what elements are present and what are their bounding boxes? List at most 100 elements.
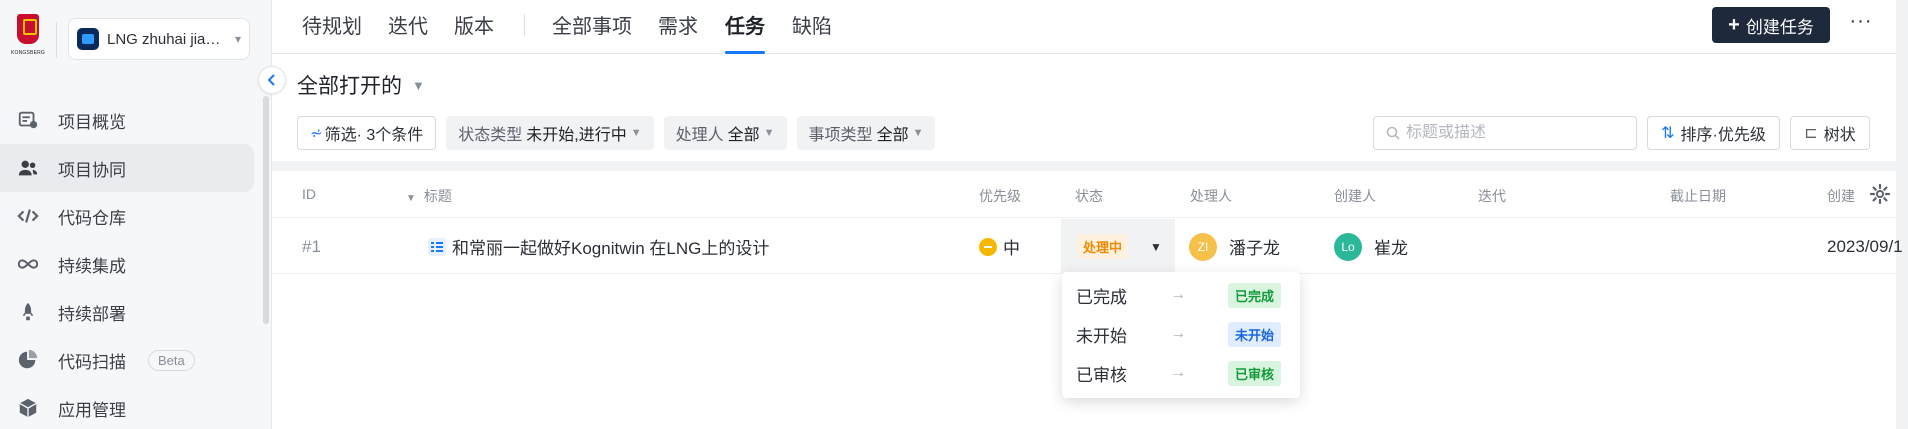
priority-cell[interactable]: 中: [979, 219, 1020, 274]
view-selector[interactable]: 全部打开的 ▼: [297, 70, 425, 100]
tab-iteration[interactable]: 迭代: [388, 10, 428, 54]
sidebar: KONGSBERG LNG zhuhai jiang... ▾ 项目概览 项目协…: [0, 0, 272, 429]
pie-chart-icon: [16, 348, 40, 372]
column-header-status[interactable]: 状态: [1075, 186, 1103, 206]
more-options-button[interactable]: ···: [1846, 8, 1876, 38]
tree-view-button[interactable]: ⊏ 树状: [1790, 116, 1870, 150]
search-input[interactable]: [1406, 124, 1606, 142]
filter-label: 筛选· 3个条件: [324, 127, 424, 144]
filter-chip-status-type[interactable]: 状态类型 未开始,进行中 ▼: [446, 116, 654, 150]
chip-key: 事项类型: [808, 127, 873, 144]
priority-label: 中: [1003, 239, 1020, 258]
chevron-down-icon: ▼: [406, 193, 416, 204]
plus-icon: +: [1728, 13, 1740, 36]
status-badge: 处理中: [1077, 234, 1129, 259]
task-title-cell[interactable]: 和常丽一起做好Kognitwin 在LNG上的设计: [428, 219, 769, 274]
task-id[interactable]: #1: [302, 219, 321, 274]
sort-icon: ⇅: [1661, 125, 1675, 142]
sidebar-item-label: 项目协同: [58, 160, 126, 180]
column-header-due-date[interactable]: 截止日期: [1670, 186, 1726, 206]
status-transition-menu: 已完成 → 已完成 未开始 → 未开始 已审核 → 已审核: [1062, 272, 1300, 398]
chevron-left-icon: [267, 74, 275, 86]
caret-down-icon: ▼: [412, 77, 425, 93]
menu-item-label: 已审核: [1076, 365, 1127, 385]
filter-button[interactable]: ⩫ 筛选· 3个条件: [297, 116, 437, 150]
sidebar-item-overview[interactable]: 项目概览: [0, 96, 254, 144]
arrow-right-icon: →: [1170, 364, 1186, 381]
chip-key: 状态类型: [458, 127, 523, 144]
sidebar-scrollbar[interactable]: [263, 96, 269, 324]
menu-item-not-started[interactable]: 未开始 → 未开始: [1062, 315, 1300, 353]
company-logo: KONGSBERG: [8, 14, 48, 62]
sidebar-item-code-repo[interactable]: 代码仓库: [0, 192, 254, 240]
status-cell[interactable]: 处理中 ▼: [1061, 219, 1175, 274]
beta-badge: Beta: [148, 349, 195, 371]
page-scrollbar[interactable]: [1896, 0, 1908, 429]
collapse-sidebar-button[interactable]: [258, 66, 286, 94]
sidebar-item-code-scan[interactable]: 代码扫描 Beta: [0, 336, 254, 384]
project-selector[interactable]: LNG zhuhai jiang... ▾: [68, 18, 250, 60]
avatar: Lo: [1334, 232, 1362, 261]
sidebar-item-app-management[interactable]: 应用管理: [0, 384, 254, 429]
top-nav: 待规划 迭代 版本 全部事项 需求 任务 缺陷: [272, 0, 1908, 54]
menu-item-done[interactable]: 已完成 → 已完成: [1062, 276, 1300, 314]
table-row[interactable]: #1 和常丽一起做好Kognitwin 在LNG上的设计 中 处理中 ▼ ZI …: [272, 219, 1903, 274]
menu-item-label: 已完成: [1076, 287, 1127, 307]
created-date: 2023/09/1: [1827, 236, 1903, 256]
caret-down-icon: ▼: [630, 127, 642, 139]
tree-label: 树状: [1823, 127, 1856, 144]
arrow-right-icon: →: [1170, 325, 1186, 342]
cube-icon: [16, 396, 40, 420]
caret-down-icon: ▼: [912, 127, 924, 139]
sidebar-item-label: 持续集成: [58, 256, 126, 276]
column-header-title[interactable]: ▼ 标题: [406, 186, 452, 206]
search-icon: [1386, 126, 1400, 140]
logo-emblem-icon: [17, 14, 39, 44]
task-title: 和常丽一起做好Kognitwin 在LNG上的设计: [452, 239, 770, 258]
tab-version[interactable]: 版本: [454, 10, 494, 54]
section-divider: [272, 161, 1896, 171]
column-header-id[interactable]: ID: [302, 186, 316, 202]
menu-item-reviewed[interactable]: 已审核 → 已审核: [1062, 354, 1300, 392]
column-header-assignee[interactable]: 处理人: [1190, 186, 1232, 206]
filter-chip-assignee[interactable]: 处理人 全部 ▼: [663, 116, 787, 150]
sidebar-item-collaboration[interactable]: 项目协同: [0, 144, 254, 192]
logo-text: KONGSBERG: [10, 50, 46, 56]
assignee-name: 潘子龙: [1229, 239, 1280, 258]
creator-cell[interactable]: Lo 崔龙: [1334, 219, 1408, 274]
status-badge: 已审核: [1228, 360, 1282, 386]
status-badge: 未开始: [1228, 321, 1282, 347]
column-header-iteration[interactable]: 迭代: [1478, 186, 1506, 206]
tab-all-items[interactable]: 全部事项: [552, 10, 632, 54]
tab-tasks[interactable]: 任务: [725, 10, 765, 54]
sidebar-item-label: 代码仓库: [58, 208, 126, 228]
project-icon: [77, 28, 99, 50]
sidebar-item-ci[interactable]: 持续集成: [0, 240, 254, 288]
filter-chip-item-type[interactable]: 事项类型 全部 ▼: [796, 116, 936, 150]
tab-requirements[interactable]: 需求: [658, 10, 698, 54]
sidebar-item-cd[interactable]: 持续部署: [0, 288, 254, 336]
chip-value: 全部: [727, 127, 760, 144]
tab-backlog[interactable]: 待规划: [302, 10, 362, 54]
create-task-label: 创建任务: [1745, 17, 1814, 37]
chip-value: 未开始,进行中: [526, 127, 627, 144]
column-header-priority[interactable]: 优先级: [979, 186, 1021, 206]
sort-label: 排序·优先级: [1680, 127, 1766, 144]
chevron-down-icon: ▾: [234, 32, 241, 46]
gear-icon[interactable]: [1870, 184, 1890, 204]
create-task-button[interactable]: + 创建任务: [1712, 7, 1830, 43]
rocket-icon: [16, 300, 40, 324]
filter-icon: ⩫: [310, 125, 323, 142]
assignee-cell[interactable]: ZI 潘子龙: [1189, 219, 1280, 274]
tab-defects[interactable]: 缺陷: [792, 10, 832, 54]
chip-value: 全部: [876, 127, 909, 144]
chip-key: 处理人: [675, 127, 724, 144]
sort-button[interactable]: ⇅ 排序·优先级: [1647, 116, 1780, 150]
infinity-icon: [16, 252, 40, 276]
column-header-created[interactable]: 创建: [1827, 186, 1855, 206]
search-box: [1373, 116, 1637, 150]
view-title: 全部打开的: [297, 75, 402, 98]
column-header-creator[interactable]: 创建人: [1334, 186, 1376, 206]
caret-down-icon[interactable]: ▼: [1150, 240, 1162, 254]
task-list-icon: [428, 237, 446, 256]
